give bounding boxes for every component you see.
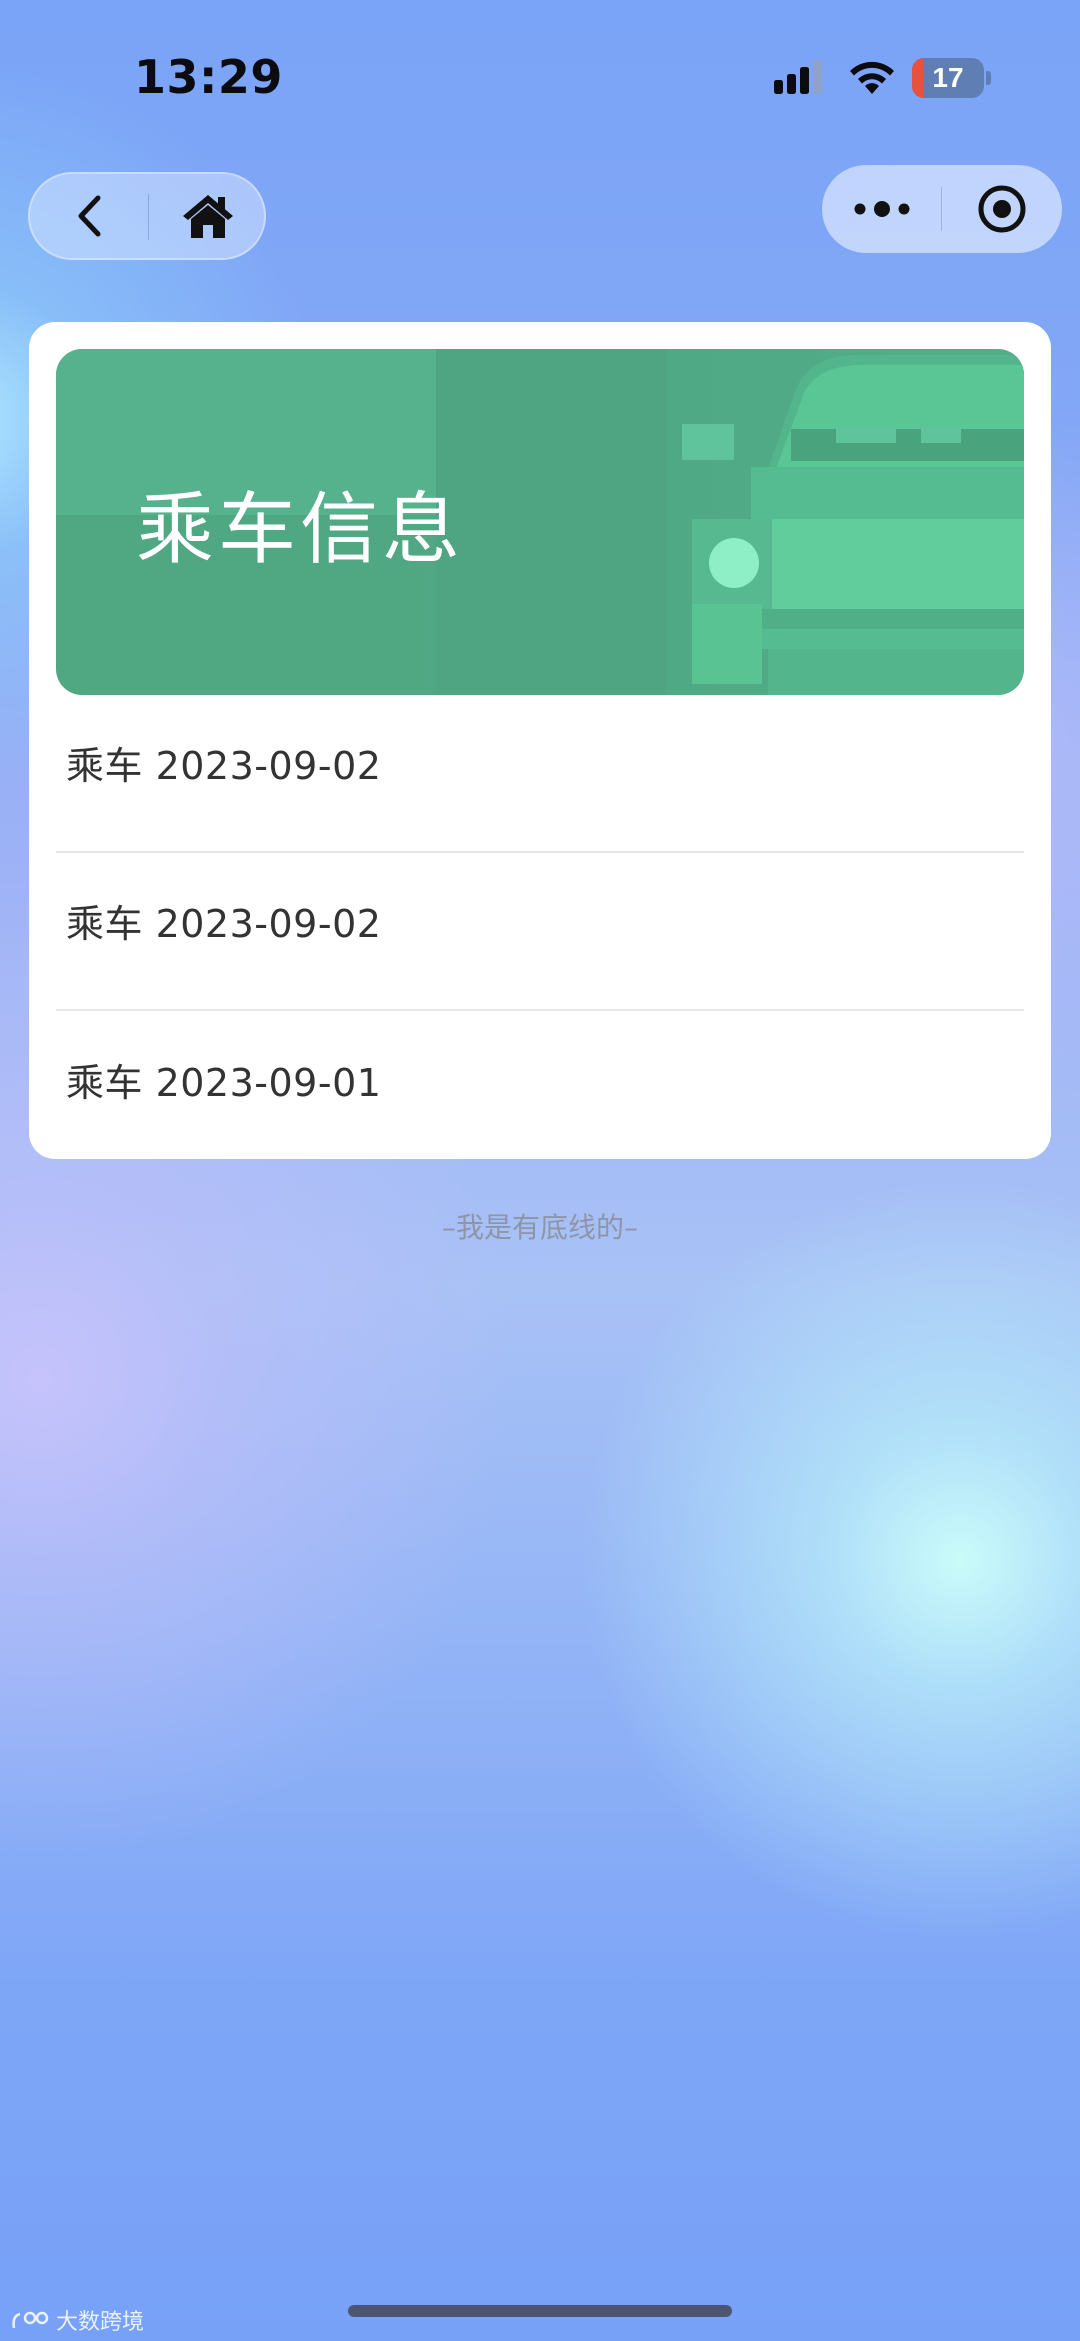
watermark-text: 大数跨境 [56, 2310, 145, 2335]
ride-record-label: 乘车 2023-09-01 [66, 1061, 382, 1105]
status-time: 13:29 [134, 50, 283, 104]
home-button[interactable] [149, 174, 266, 258]
ride-record-item[interactable]: 乘车 2023-09-02 [56, 695, 1024, 853]
wifi-icon [850, 61, 894, 94]
ride-record-item[interactable]: 乘车 2023-09-01 [56, 1012, 1024, 1170]
ride-info-card: 乘车信息 乘车 2023-09-02 乘车 2023-09-02 乘车 2023… [29, 322, 1051, 1159]
close-miniprogram-button[interactable] [942, 165, 1062, 253]
close-miniprogram-icon [978, 185, 1026, 233]
ride-info-banner: 乘车信息 [56, 349, 1024, 695]
home-icon [182, 195, 233, 238]
back-icon [78, 195, 101, 237]
more-icon [854, 201, 910, 217]
watermark-logo-icon [12, 2311, 49, 2329]
battery-icon: 17 [912, 58, 991, 98]
ride-record-label: 乘车 2023-09-02 [66, 902, 382, 946]
back-button[interactable] [30, 174, 148, 258]
banner-title: 乘车信息 [136, 485, 465, 575]
ride-record-item[interactable]: 乘车 2023-09-02 [56, 853, 1024, 1011]
end-of-list-text: –我是有底线的– [441, 1211, 638, 1244]
signal-icon [774, 60, 822, 94]
watermark: 大数跨境 [10, 2304, 144, 2336]
ride-record-label: 乘车 2023-09-02 [66, 744, 382, 788]
status-bar: 13:29 17 [0, 0, 1080, 160]
more-button[interactable] [822, 165, 942, 253]
miniprogram-capsule [822, 165, 1062, 253]
nav-capsule [28, 172, 266, 260]
battery-level-text: 17 [932, 62, 964, 93]
home-indicator[interactable] [348, 2305, 732, 2317]
